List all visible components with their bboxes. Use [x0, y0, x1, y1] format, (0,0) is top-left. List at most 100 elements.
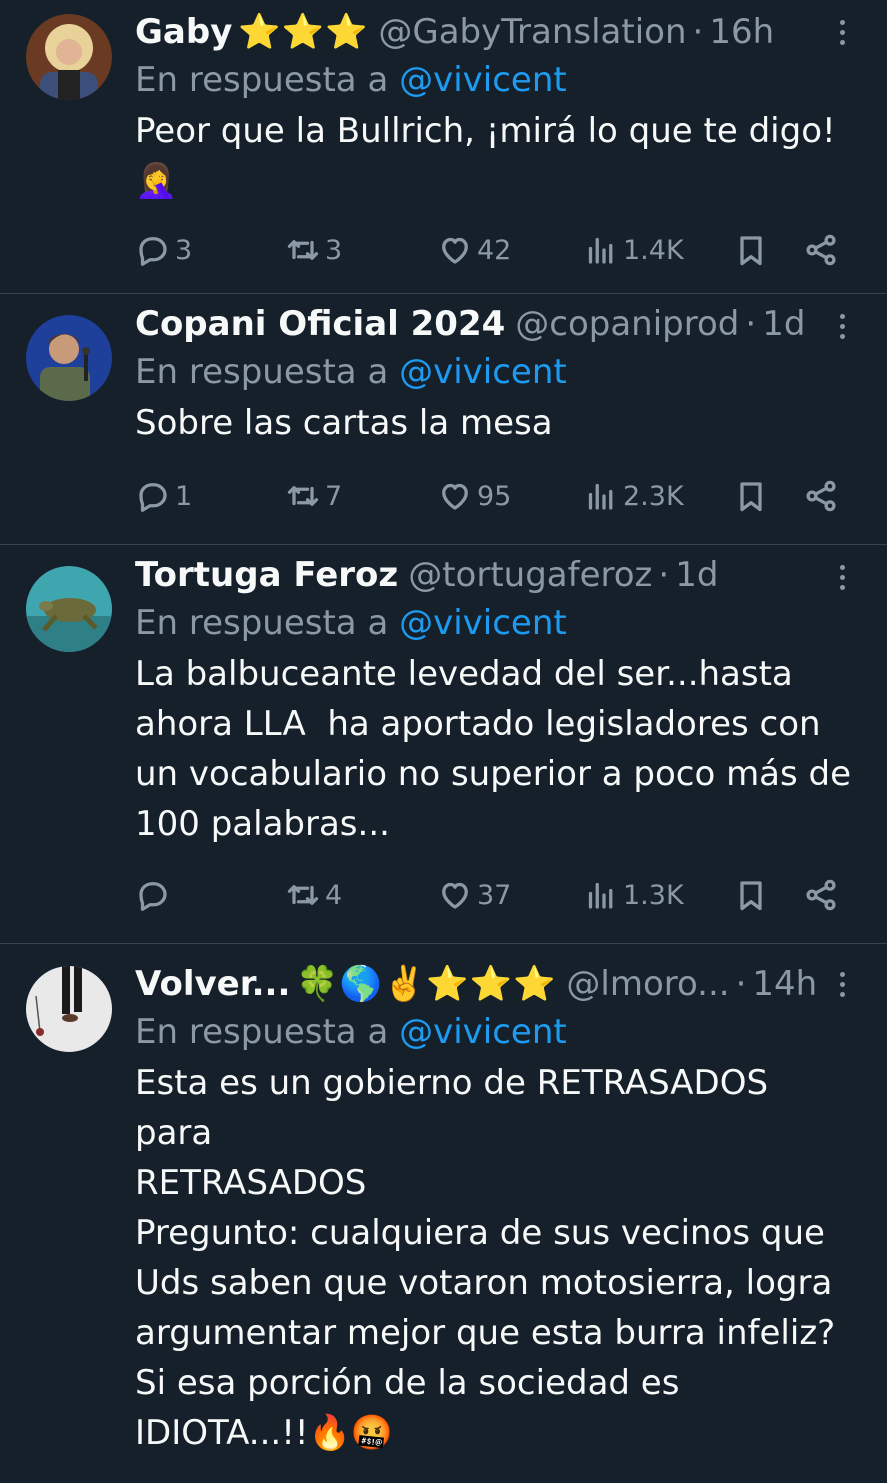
heart-icon: [442, 483, 468, 510]
avatar[interactable]: [26, 966, 112, 1052]
display-name[interactable]: Tortuga Feroz: [135, 555, 398, 595]
bookmark-icon: [740, 482, 762, 512]
views-button[interactable]: 1.4K: [583, 232, 684, 268]
display-name[interactable]: Volver...: [135, 964, 290, 1004]
reply-button[interactable]: [135, 877, 175, 913]
reply-tweet[interactable]: Volver... 🍀🌎✌️⭐⭐⭐ @lmoro... · 14h En res…: [0, 944, 887, 1483]
reply-button[interactable]: 3: [135, 232, 192, 268]
reply-context: En respuesta a @vivicent: [135, 1008, 857, 1056]
bookmark-icon: [740, 881, 762, 911]
retweet-icon: [287, 486, 319, 506]
tweet-text: Peor que la Bullrich, ¡mirá lo que te di…: [135, 111, 836, 201]
like-count: 95: [477, 480, 512, 512]
share-button[interactable]: [803, 478, 839, 514]
timestamp[interactable]: 14h: [752, 964, 817, 1004]
reply-tweet[interactable]: Gaby ⭐⭐⭐ @GabyTranslation · 16h En respu…: [0, 0, 887, 294]
tweet-header: Copani Oficial 2024 @copaniprod · 1d: [135, 304, 857, 344]
more-options-icon[interactable]: [827, 964, 857, 1004]
separator-dot: ·: [658, 555, 670, 595]
reply-mention-link[interactable]: @vivicent: [399, 603, 567, 643]
tweet-text: La balbuceante levedad del ser...hasta a…: [135, 654, 852, 844]
reply-tweet[interactable]: Tortuga Feroz @tortugaferoz · 1d En resp…: [0, 545, 887, 944]
retweet-count: 4: [325, 879, 343, 911]
like-count: 37: [477, 879, 512, 911]
reply-count: 1: [175, 480, 193, 512]
reply-context: En respuesta a @vivicent: [135, 348, 857, 396]
share-icon: [806, 879, 836, 911]
more-options-icon[interactable]: [827, 12, 857, 52]
username[interactable]: @lmoro...: [566, 964, 729, 1004]
reply-prefix: En respuesta a: [135, 603, 389, 643]
like-button[interactable]: 95: [437, 478, 511, 514]
retweet-icon: [287, 885, 319, 905]
star-badges: ⭐⭐⭐: [238, 12, 369, 52]
heart-icon: [442, 237, 468, 264]
bookmark-button[interactable]: [733, 478, 769, 514]
bookmark-button[interactable]: [733, 232, 769, 268]
tweet-header: Gaby ⭐⭐⭐ @GabyTranslation · 16h: [135, 12, 857, 52]
reply-icon: [139, 483, 167, 512]
retweet-button[interactable]: 3: [285, 232, 342, 268]
separator-dot: ·: [735, 964, 747, 1004]
view-count: 2.3K: [623, 480, 684, 512]
like-button[interactable]: 37: [437, 877, 511, 913]
reply-context: En respuesta a @vivicent: [135, 599, 857, 647]
reply-icon: [139, 882, 167, 911]
username[interactable]: @copaniprod: [515, 304, 739, 344]
reply-context: En respuesta a @vivicent: [135, 56, 857, 104]
like-button[interactable]: 42: [437, 232, 511, 268]
reply-mention-link[interactable]: @vivicent: [399, 1012, 567, 1052]
share-button[interactable]: [803, 877, 839, 913]
tweet-header: Tortuga Feroz @tortugaferoz · 1d: [135, 555, 857, 595]
tweet-text: Esta es un gobierno de RETRASADOS para R…: [135, 1063, 836, 1453]
avatar[interactable]: [26, 315, 112, 401]
views-chart-icon: [588, 483, 613, 510]
like-count: 42: [477, 234, 512, 266]
share-icon: [806, 480, 836, 512]
views-button[interactable]: 2.3K: [583, 478, 684, 514]
share-button[interactable]: [803, 232, 839, 268]
reply-count: 3: [175, 234, 193, 266]
retweet-button[interactable]: 4: [285, 877, 342, 913]
retweet-button[interactable]: 7: [285, 478, 342, 514]
action-bar: 4 37 1.3K: [135, 875, 847, 915]
action-bar: 3 3 42 1.4K: [135, 230, 847, 270]
reply-icon: [139, 237, 167, 266]
views-chart-icon: [588, 882, 613, 909]
reply-button[interactable]: 1: [135, 478, 192, 514]
heart-icon: [442, 882, 468, 909]
avatar[interactable]: [26, 14, 112, 100]
share-icon: [806, 234, 836, 266]
retweet-icon: [287, 240, 319, 260]
retweet-count: 3: [325, 234, 343, 266]
more-options-icon[interactable]: [827, 557, 857, 597]
view-count: 1.3K: [623, 879, 684, 911]
reply-tweet[interactable]: Copani Oficial 2024 @copaniprod · 1d En …: [0, 294, 887, 545]
bookmark-button[interactable]: [733, 877, 769, 913]
more-options-icon[interactable]: [827, 306, 857, 346]
display-name[interactable]: Copani Oficial 2024: [135, 304, 505, 344]
reply-mention-link[interactable]: @vivicent: [399, 60, 567, 100]
timestamp[interactable]: 1d: [675, 555, 718, 595]
emoji-badges: 🍀🌎✌️⭐⭐⭐: [296, 964, 557, 1004]
tweet-header: Volver... 🍀🌎✌️⭐⭐⭐ @lmoro... · 14h: [135, 964, 857, 1004]
action-bar: 1 7 95 2.3K: [135, 476, 847, 516]
views-chart-icon: [588, 237, 613, 264]
avatar[interactable]: [26, 566, 112, 652]
separator-dot: ·: [745, 304, 757, 344]
display-name[interactable]: Gaby: [135, 12, 232, 52]
bookmark-icon: [740, 236, 762, 266]
username[interactable]: @GabyTranslation: [378, 12, 686, 52]
tweet-text: Sobre las cartas la mesa: [135, 403, 553, 443]
view-count: 1.4K: [623, 234, 684, 266]
separator-dot: ·: [692, 12, 704, 52]
retweet-count: 7: [325, 480, 343, 512]
reply-prefix: En respuesta a: [135, 60, 389, 100]
views-button[interactable]: 1.3K: [583, 877, 684, 913]
reply-prefix: En respuesta a: [135, 1012, 389, 1052]
reply-mention-link[interactable]: @vivicent: [399, 352, 567, 392]
reply-prefix: En respuesta a: [135, 352, 389, 392]
timestamp[interactable]: 16h: [709, 12, 774, 52]
username[interactable]: @tortugaferoz: [408, 555, 652, 595]
timestamp[interactable]: 1d: [762, 304, 805, 344]
